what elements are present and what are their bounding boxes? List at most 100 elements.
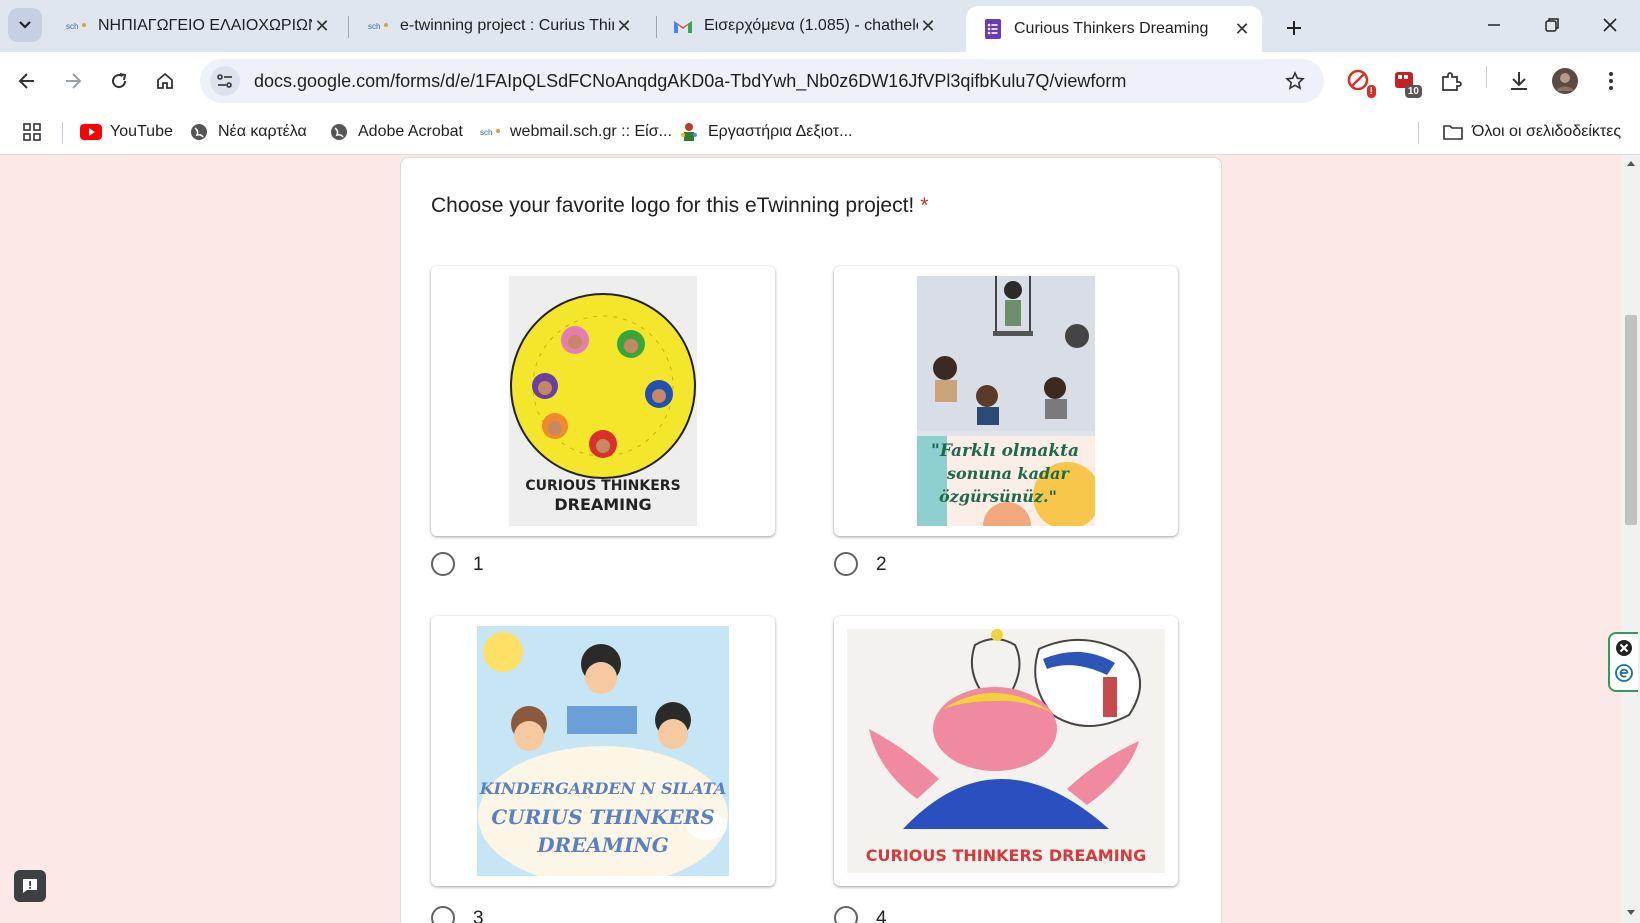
url-text: docs.google.com/forms/d/e/1FAIpQLSdFCNoA… <box>254 70 1127 91</box>
side-extension-widget <box>1608 632 1638 692</box>
menu-button[interactable] <box>1594 64 1628 98</box>
apps-grid-icon <box>23 123 41 141</box>
logo-1-image: CURIOUS THINKERS DREAMING <box>509 276 697 526</box>
logo-2-image: "Farklı olmakta sonuna kadar özgürsünüz.… <box>917 276 1095 526</box>
close-circle-icon[interactable] <box>1615 639 1633 657</box>
tab-title: e-twinning project : Curius Thin <box>400 17 614 34</box>
svg-text:KINDERGARDEN N SILATA: KINDERGARDEN N SILATA <box>479 779 727 798</box>
close-tab-icon[interactable]: ✕ <box>1232 19 1252 39</box>
report-feedback-button[interactable] <box>14 870 46 902</box>
scroll-up-icon[interactable] <box>1626 159 1636 167</box>
question-title: Choose your favorite logo for this eTwin… <box>431 194 929 217</box>
sch-logo-icon: sch <box>480 122 502 142</box>
extension-shield-button[interactable]: 10 <box>1388 64 1422 98</box>
extensions-button[interactable] <box>1434 64 1468 98</box>
avatar-icon <box>1552 68 1578 94</box>
option-2-radio[interactable] <box>834 552 858 576</box>
sch-logo-icon: sch <box>368 18 390 34</box>
reload-button[interactable] <box>102 64 136 98</box>
gmail-icon <box>672 18 694 34</box>
extension-red-button[interactable]: ! <box>1342 64 1376 98</box>
download-icon <box>1511 72 1527 90</box>
option-3-radio[interactable] <box>431 906 455 923</box>
more-vert-icon <box>1609 72 1613 90</box>
e-extension-icon[interactable] <box>1615 664 1633 682</box>
option-1-label: 1 <box>473 554 484 575</box>
restore-icon <box>1545 18 1559 32</box>
new-tab-button[interactable] <box>1278 12 1310 44</box>
downloads-button[interactable] <box>1502 64 1536 98</box>
required-asterisk: * <box>920 194 929 217</box>
bookmark-webmail[interactable]: sch webmail.sch.gr :: Είσ... <box>480 120 672 144</box>
youtube-icon <box>80 122 102 142</box>
bookmark-new-tab[interactable]: Νέα καρτέλα <box>188 120 307 144</box>
bookmarks-separator <box>1418 122 1419 144</box>
home-button[interactable] <box>148 64 182 98</box>
bookmarks-separator <box>62 122 63 144</box>
close-tab-icon[interactable]: ✕ <box>312 16 332 36</box>
chevron-down-icon <box>19 21 31 29</box>
option-2-image-card[interactable]: "Farklı olmakta sonuna kadar özgürsünüz.… <box>834 266 1178 536</box>
tab-title: ΝΗΠΙΑΓΩΓΕΙΟ ΕΛΑΙΟΧΩΡΙΩΝ | <box>98 17 312 34</box>
bookmark-adobe-acrobat[interactable]: Adobe Acrobat <box>328 120 463 144</box>
tab-strip: sch ΝΗΠΙΑΓΩΓΕΙΟ ΕΛΑΙΟΧΩΡΙΩΝ | ✕ sch e-tw… <box>0 0 1640 52</box>
tab-curious-thinkers[interactable]: Curious Thinkers Dreaming ✕ <box>966 6 1262 52</box>
close-tab-icon[interactable]: ✕ <box>614 16 634 36</box>
puzzle-icon <box>1442 72 1462 91</box>
sch-logo-icon: sch <box>66 18 88 34</box>
plus-icon <box>1287 21 1301 35</box>
all-bookmarks-button[interactable]: Όλοι οι σελιδοδείκτες <box>1442 120 1621 144</box>
profile-avatar[interactable] <box>1548 64 1582 98</box>
tab-etwinning[interactable]: sch e-twinning project : Curius Thin ✕ <box>352 8 644 44</box>
option-2-label: 2 <box>876 554 887 575</box>
bookmark-label: Όλοι οι σελιδοδείκτες <box>1472 123 1622 140</box>
toolbar-separator <box>1486 66 1487 88</box>
site-settings-icon[interactable] <box>210 66 240 96</box>
svg-text:CURIOUS THINKERS DREAMING: CURIOUS THINKERS DREAMING <box>866 846 1146 865</box>
svg-text:sch: sch <box>66 22 78 31</box>
form-page: Choose your favorite logo for this eTwin… <box>0 155 1622 923</box>
tab-title: Εισερχόμενα (1.085) - chatheler <box>704 17 918 34</box>
option-4-image-card[interactable]: CURIOUS THINKERS DREAMING <box>834 616 1178 886</box>
bookmark-workshops[interactable]: Εργαστήρια Δεξιοτ... <box>678 120 852 144</box>
tab-separator <box>348 16 349 38</box>
tab-search-button[interactable] <box>8 8 42 42</box>
globe-icon <box>328 122 350 142</box>
bookmark-star-icon[interactable] <box>1278 64 1312 98</box>
page-scrollbar[interactable] <box>1622 155 1640 923</box>
bookmarks-bar: YouTube Νέα καρτέλα Adobe Acrobat sch we… <box>0 110 1640 155</box>
svg-text:sonuna kadar: sonuna kadar <box>946 464 1071 483</box>
apps-button[interactable] <box>22 120 42 144</box>
workshop-icon <box>678 122 700 142</box>
address-bar[interactable]: docs.google.com/forms/d/e/1FAIpQLSdFCNoA… <box>200 59 1324 103</box>
svg-text:sch: sch <box>480 128 492 137</box>
google-forms-icon <box>982 19 1004 39</box>
restore-button[interactable] <box>1532 10 1572 40</box>
close-window-button[interactable] <box>1590 10 1630 40</box>
back-button[interactable] <box>10 64 44 98</box>
extension-badge: 10 <box>1404 85 1422 98</box>
bookmark-label: Adobe Acrobat <box>358 123 463 140</box>
svg-text:CURIUS THINKERS: CURIUS THINKERS <box>491 805 714 829</box>
minimize-button[interactable] <box>1474 10 1514 40</box>
option-1-image-card[interactable]: CURIOUS THINKERS DREAMING <box>431 266 775 536</box>
tab-nipiagogeio[interactable]: sch ΝΗΠΙΑΓΩΓΕΙΟ ΕΛΑΙΟΧΩΡΙΩΝ | ✕ <box>50 8 342 44</box>
scroll-down-icon[interactable] <box>1626 909 1636 917</box>
close-tab-icon[interactable]: ✕ <box>918 16 938 36</box>
svg-text:"Farklı olmakta: "Farklı olmakta <box>931 441 1079 461</box>
logo-4-image: CURIOUS THINKERS DREAMING <box>847 629 1165 873</box>
forward-button[interactable] <box>56 64 90 98</box>
bookmark-label: webmail.sch.gr :: Είσ... <box>510 123 672 140</box>
option-3-image-card[interactable]: KINDERGARDEN N SILATA CURIUS THINKERS DR… <box>431 616 775 886</box>
feedback-icon <box>23 879 37 893</box>
tab-title: Curious Thinkers Dreaming <box>1014 20 1209 37</box>
bookmark-youtube[interactable]: YouTube <box>80 120 173 144</box>
arrow-right-icon <box>66 73 82 89</box>
bookmark-label: Νέα καρτέλα <box>218 123 307 140</box>
scrollbar-thumb[interactable] <box>1625 315 1637 525</box>
option-1-radio[interactable] <box>431 552 455 576</box>
option-4-radio[interactable] <box>834 906 858 923</box>
svg-text:sch: sch <box>368 22 380 31</box>
tab-gmail[interactable]: Εισερχόμενα (1.085) - chatheler ✕ <box>656 8 948 44</box>
extension-badge: ! <box>1366 85 1376 98</box>
